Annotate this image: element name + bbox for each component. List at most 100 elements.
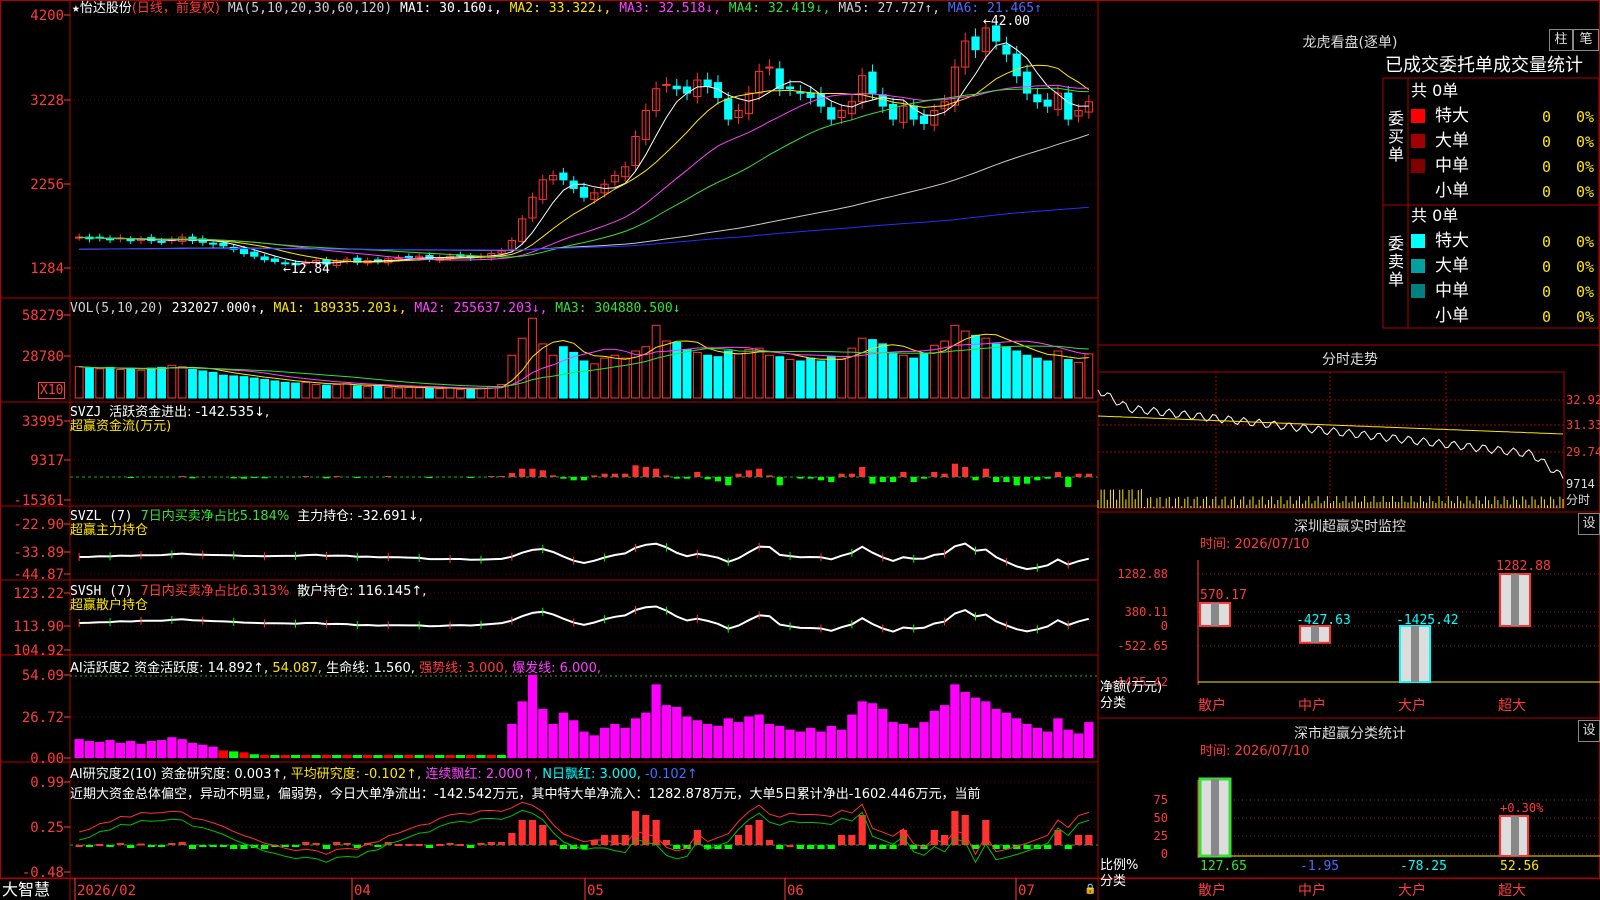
ai1-bar <box>259 755 270 758</box>
ai1-bar <box>538 708 548 758</box>
y-tick-label: 0.25 <box>30 820 64 836</box>
candle-body <box>105 238 115 241</box>
monitor-bar-label: -427.63 <box>1296 613 1351 628</box>
ai1-bar <box>373 755 383 758</box>
svzj-bar <box>550 475 557 477</box>
volume-bar <box>538 343 548 399</box>
ai2-bar <box>930 830 938 845</box>
svzj-bar <box>498 476 505 477</box>
ai1-bar <box>764 724 775 758</box>
candle-body <box>713 82 723 98</box>
vol-unit-badge[interactable]: X10 <box>38 382 66 399</box>
ai2-bar <box>436 844 444 846</box>
stat-title: 深市超赢分类统计 <box>1294 726 1406 742</box>
svzj-bar <box>1003 477 1010 482</box>
main-chart-canvas[interactable]: 4200 3228 2256 1284 58279 28780 33995 9317 -1536… <box>0 0 1600 900</box>
ai2-bar <box>755 820 763 845</box>
volume-bar <box>74 366 84 399</box>
stat-category: 大户 <box>1398 882 1426 899</box>
ai2-bar <box>188 845 197 849</box>
brand-logo[interactable]: 大智慧 <box>2 880 50 900</box>
ai2-bar <box>518 820 526 845</box>
x-tick-label: 07 <box>1018 883 1035 899</box>
svzj-bar <box>601 473 608 477</box>
svzj-bar <box>890 477 897 482</box>
candle-body <box>250 251 259 257</box>
ai2-bar <box>1074 835 1083 845</box>
ma4-value: MA4: 32.419↓, <box>728 1 831 16</box>
svzj-bar <box>1044 477 1051 479</box>
volume-bar <box>177 366 187 399</box>
candle-body <box>559 172 568 181</box>
y-tick-label: -22.90 <box>13 517 64 533</box>
monitor-bar-label: -1425.42 <box>1396 613 1459 628</box>
svzl-sub: 超赢主力持仓 <box>70 523 149 538</box>
candle-body <box>579 186 589 198</box>
svzj-header: SVZJ 活跃资金进出: -142.535↓, <box>70 405 269 420</box>
tab-bi[interactable]: 笔 <box>1573 29 1599 51</box>
volume-bar <box>795 360 805 399</box>
ai2-bar <box>776 845 784 849</box>
buy-row-name: 小单 <box>1435 181 1469 201</box>
stat-bar-label: -1.95 <box>1300 859 1339 874</box>
ai2-bar <box>96 844 104 846</box>
ai2-bar <box>497 842 506 845</box>
ai2-bar <box>724 845 732 849</box>
volume-bar <box>744 349 754 399</box>
ai1-bar <box>898 724 909 758</box>
monitor-category: 大户 <box>1398 697 1426 714</box>
stat-settings-button[interactable]: 设 <box>1578 720 1600 742</box>
x-tick-label: 2026/02 <box>77 883 136 899</box>
ai2-bar <box>786 845 794 847</box>
buy-swatch-3 <box>1411 184 1425 198</box>
volume-bar <box>167 364 177 399</box>
ai1-bar <box>589 735 599 758</box>
volume-bar <box>198 370 208 399</box>
svzj-bar <box>859 467 866 477</box>
svzj-bar <box>714 477 722 482</box>
ai2-summary-text: 近期大资金总体偏空，异动不明显，偏弱势，今日大单净流出：-142.542万元，其… <box>70 787 981 802</box>
volume-bar <box>1043 360 1053 399</box>
candle-body <box>971 36 980 51</box>
volume-bar <box>558 346 568 399</box>
tab-zhu[interactable]: 柱 <box>1549 29 1573 51</box>
stat-y-tick: 0 <box>1161 847 1168 861</box>
ai1-bar <box>713 725 723 758</box>
svzj-bar <box>756 468 763 477</box>
volume-bar <box>383 386 393 399</box>
svzj-bar <box>1034 477 1041 481</box>
svzj-bar <box>240 477 248 479</box>
volume-bar <box>734 353 743 399</box>
y-tick-label: 3228 <box>30 93 64 109</box>
svzj-bar <box>261 477 268 479</box>
volume-bar <box>311 383 321 399</box>
monitor-xlabel: 分类 <box>1100 696 1127 711</box>
volume-bar <box>394 387 403 399</box>
volume-bar <box>466 388 476 399</box>
monitor-settings-button[interactable]: 设 <box>1578 513 1600 535</box>
ai1-bar <box>878 708 888 758</box>
y-tick-label: 28780 <box>22 349 64 365</box>
lock-icon[interactable]: 🔒 <box>1084 882 1096 897</box>
svzj-bar <box>817 477 825 481</box>
svsh-header: SVSH (7) 7日内买卖净占比6.313% 散户持仓: 116.145↑, <box>70 584 426 599</box>
svzj-bar <box>1054 472 1062 477</box>
ai1-bar <box>1073 733 1084 758</box>
ai1-bar <box>156 740 167 758</box>
ai1-bar <box>507 724 517 758</box>
ai2-bar <box>322 845 331 849</box>
high-annotation: ←42.00 <box>983 14 1030 29</box>
monitor-y-tick: 1282.88 <box>1117 567 1168 581</box>
adjust-mode[interactable]: (日线，前复权) <box>132 1 220 16</box>
candle-body <box>682 86 692 94</box>
volume-bar <box>363 386 373 399</box>
buy-row-percent: 0% <box>1576 158 1595 176</box>
stat-ylabel: 比例% <box>1100 858 1139 873</box>
svzj-bar <box>869 477 876 484</box>
stat-bar-label: 127.65 <box>1200 859 1247 874</box>
svzj-bar <box>323 477 330 479</box>
ai1-bar <box>723 718 733 758</box>
ai1-bar <box>744 716 754 758</box>
stat-category: 超大 <box>1498 883 1526 899</box>
svzj-label: SVZJ <box>70 405 102 420</box>
